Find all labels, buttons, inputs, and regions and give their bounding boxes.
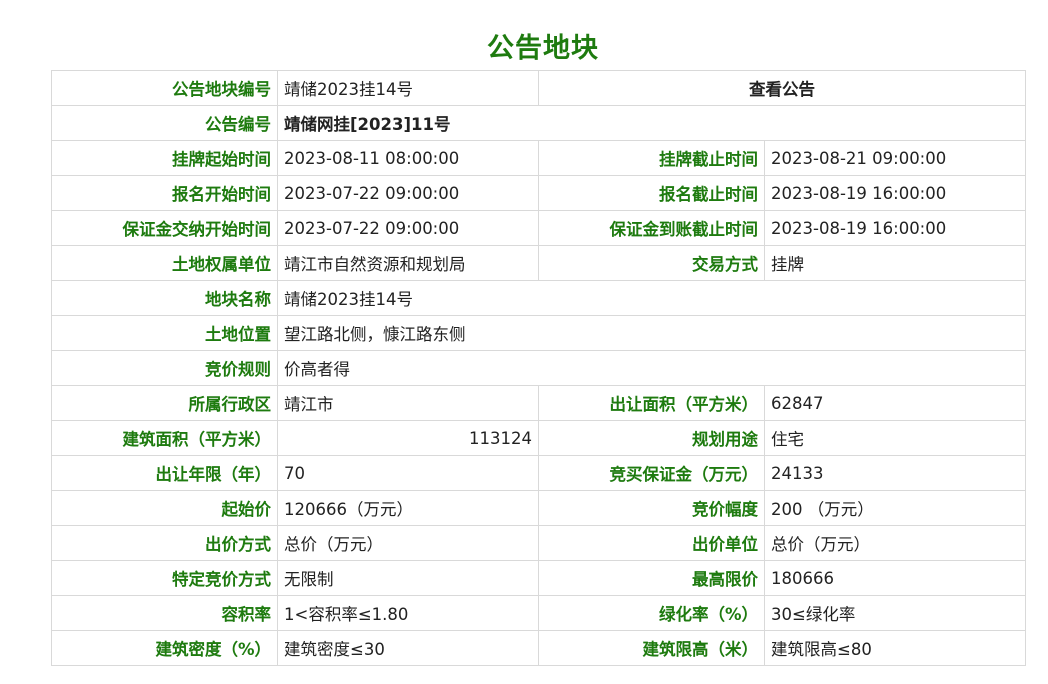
signup-end-value: 2023-08-19 16:00:00 [764,175,1026,211]
trade-mode-value: 挂牌 [764,245,1026,281]
special-bid-label: 特定竞价方式 [51,560,278,596]
increment-value: 200 （万元） [764,490,1026,526]
special-bid-value: 无限制 [277,560,539,596]
page-title: 公告地块 [487,33,599,64]
table-row: 所属行政区 靖江市 出让面积（平方米） 62847 [51,385,1026,421]
location-value: 望江路北侧，慷江路东侧 [277,315,1026,351]
term-label: 出让年限（年） [51,455,278,491]
bid-rule-label: 竞价规则 [51,350,278,386]
max-price-value: 180666 [764,560,1026,596]
owner-label: 土地权属单位 [51,245,278,281]
trade-mode-label: 交易方式 [538,245,765,281]
green-rate-label: 绿化率（%） [538,595,765,631]
bid-method-label: 出价方式 [51,525,278,561]
bid-unit-value: 总价（万元） [764,525,1026,561]
parcel-no-label: 公告地块编号 [51,70,278,106]
height-limit-label: 建筑限高（米） [538,630,765,666]
table-row: 公告编号 靖储网挂[2023]11号 [51,105,1026,141]
table-row: 竞价规则 价高者得 [51,350,1026,386]
table-row: 土地权属单位 靖江市自然资源和规划局 交易方式 挂牌 [51,245,1026,281]
planned-use-value: 住宅 [764,420,1026,456]
table-row: 地块名称 靖储2023挂14号 [51,280,1026,316]
listing-end-label: 挂牌截止时间 [538,140,765,176]
table-row: 出价方式 总价（万元） 出价单位 总价（万元） [51,525,1026,561]
table-row: 建筑密度（%） 建筑密度≤30 建筑限高（米） 建筑限高≤80 [51,630,1026,666]
listing-end-value: 2023-08-21 09:00:00 [764,140,1026,176]
planned-use-label: 规划用途 [538,420,765,456]
deposit-end-label: 保证金到账截止时间 [538,210,765,246]
location-label: 土地位置 [51,315,278,351]
increment-label: 竞价幅度 [538,490,765,526]
table-row: 出让年限（年） 70 竞买保证金（万元） 24133 [51,455,1026,491]
signup-start-label: 报名开始时间 [51,175,278,211]
land-area-value: 62847 [764,385,1026,421]
deposit-start-value: 2023-07-22 09:00:00 [277,210,539,246]
parcel-no-value: 靖储2023挂14号 [277,70,539,106]
building-area-value: 113124 [277,420,539,456]
district-label: 所属行政区 [51,385,278,421]
table-row: 建筑面积（平方米） 113124 规划用途 住宅 [51,420,1026,456]
table-row: 挂牌起始时间 2023-08-11 08:00:00 挂牌截止时间 2023-0… [51,140,1026,176]
height-limit-value: 建筑限高≤80 [764,630,1026,666]
table-row: 公告地块编号 靖储2023挂14号 查看公告 [51,70,1026,106]
table-row: 起始价 120666（万元） 竞价幅度 200 （万元） [51,490,1026,526]
district-value: 靖江市 [277,385,539,421]
owner-value: 靖江市自然资源和规划局 [277,245,539,281]
term-value: 70 [277,455,539,491]
density-label: 建筑密度（%） [51,630,278,666]
view-notice-link[interactable]: 查看公告 [749,80,815,99]
deposit-start-label: 保证金交纳开始时间 [51,210,278,246]
parcel-name-label: 地块名称 [51,280,278,316]
max-price-label: 最高限价 [538,560,765,596]
notice-no-label: 公告编号 [51,105,278,141]
table-row: 容积率 1<容积率≤1.80 绿化率（%） 30≤绿化率 [51,595,1026,631]
table-row: 土地位置 望江路北侧，慷江路东侧 [51,315,1026,351]
view-notice-cell: 查看公告 [538,70,1026,106]
far-label: 容积率 [51,595,278,631]
bid-unit-label: 出价单位 [538,525,765,561]
far-value: 1<容积率≤1.80 [277,595,539,631]
building-area-label: 建筑面积（平方米） [51,420,278,456]
table-row: 报名开始时间 2023-07-22 09:00:00 报名截止时间 2023-0… [51,175,1026,211]
parcel-info-table: 公告地块编号 靖储2023挂14号 查看公告 公告编号 靖储网挂[2023]11… [51,70,1026,666]
density-value: 建筑密度≤30 [277,630,539,666]
bid-deposit-value: 24133 [764,455,1026,491]
deposit-end-value: 2023-08-19 16:00:00 [764,210,1026,246]
bid-rule-value: 价高者得 [277,350,1026,386]
bid-method-value: 总价（万元） [277,525,539,561]
start-price-value: 120666（万元） [277,490,539,526]
listing-start-label: 挂牌起始时间 [51,140,278,176]
signup-end-label: 报名截止时间 [538,175,765,211]
parcel-name-value: 靖储2023挂14号 [277,280,1026,316]
page: 公告地块 公告地块编号 靖储2023挂14号 查看公告 公告编号 靖储网挂[20… [0,0,1048,684]
signup-start-value: 2023-07-22 09:00:00 [277,175,539,211]
land-area-label: 出让面积（平方米） [538,385,765,421]
start-price-label: 起始价 [51,490,278,526]
bid-deposit-label: 竞买保证金（万元） [538,455,765,491]
table-row: 特定竞价方式 无限制 最高限价 180666 [51,560,1026,596]
table-row: 保证金交纳开始时间 2023-07-22 09:00:00 保证金到账截止时间 … [51,210,1026,246]
green-rate-value: 30≤绿化率 [764,595,1026,631]
listing-start-value: 2023-08-11 08:00:00 [277,140,539,176]
notice-no-value: 靖储网挂[2023]11号 [277,105,1026,141]
